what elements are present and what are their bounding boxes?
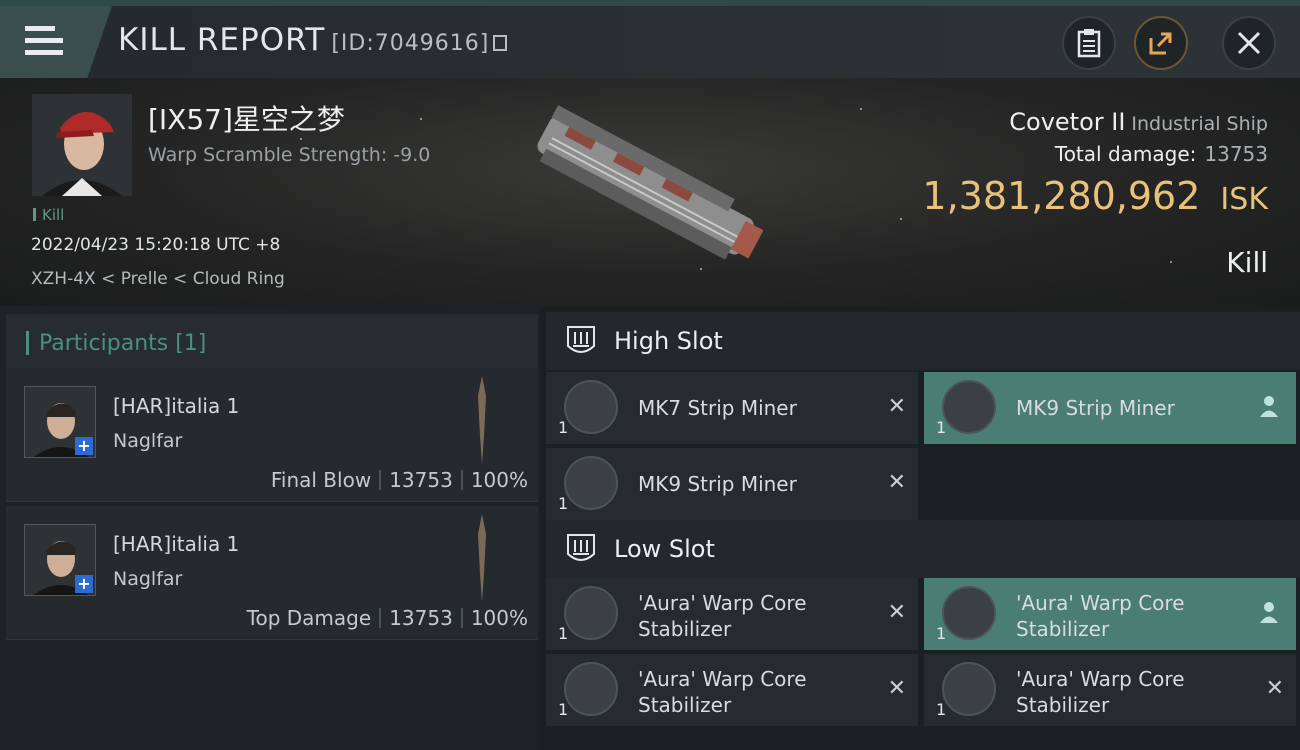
- module-item[interactable]: 1 MK9 Strip Miner: [924, 372, 1296, 444]
- module-name: MK9 Strip Miner: [1016, 396, 1175, 420]
- clipboard-icon: [1077, 29, 1101, 58]
- ship-render: [537, 105, 764, 260]
- module-item[interactable]: 1 MK7 Strip Miner ✕: [546, 372, 918, 444]
- warp-core-stabilizer-icon: [942, 662, 996, 716]
- slot-icon: [567, 326, 595, 353]
- module-item[interactable]: 1 MK9 Strip Miner ✕: [546, 448, 918, 520]
- module-name: 'Aura' Warp Core Stabilizer: [638, 591, 807, 641]
- destroyed-x-icon: ✕: [887, 600, 906, 625]
- participant-ship: Naglfar: [113, 430, 183, 452]
- kill-datetime: 2022/04/23 15:20:18 UTC +8: [31, 235, 281, 255]
- participant-ship-icon: [478, 376, 486, 464]
- kill-location[interactable]: XZH-4X < Prelle < Cloud Ring: [31, 269, 285, 289]
- destroyed-x-icon: ✕: [887, 676, 906, 701]
- participant-ship: Naglfar: [113, 568, 183, 590]
- participant-row[interactable]: + [HAR]italia 1 Naglfar Final Blow 13753 1…: [6, 368, 538, 502]
- ship-class: Industrial Ship: [1131, 113, 1268, 135]
- module-item[interactable]: 1 'Aura' Warp Core Stabilizer ✕: [546, 578, 918, 650]
- title-text: KILL REPORT: [118, 22, 326, 58]
- participant-name[interactable]: [HAR]italia 1: [113, 532, 239, 556]
- module-item[interactable]: 1 'Aura' Warp Core Stabilizer: [924, 578, 1296, 650]
- module-item[interactable]: 1 'Aura' Warp Core Stabilizer ✕: [924, 654, 1296, 726]
- module-name: MK9 Strip Miner: [638, 472, 797, 496]
- menu-icon: [25, 26, 63, 56]
- participant-avatar[interactable]: +: [24, 524, 96, 596]
- high-slot-header: High Slot: [546, 312, 1300, 370]
- add-contact-icon[interactable]: +: [75, 437, 93, 455]
- warp-scramble-strength: Warp Scramble Strength: -9.0: [148, 144, 431, 166]
- warp-core-stabilizer-icon: [942, 586, 996, 640]
- participant-stats: Top Damage 13753 100%: [246, 606, 528, 630]
- isk-value: 1,381,280,962 ISK: [922, 174, 1268, 218]
- share-button[interactable]: [1134, 16, 1188, 70]
- participant-avatar[interactable]: +: [24, 386, 96, 458]
- strip-miner-icon: [942, 380, 996, 434]
- strip-miner-icon: [564, 380, 618, 434]
- participant-name[interactable]: [HAR]italia 1: [113, 394, 239, 418]
- module-name: 'Aura' Warp Core Stabilizer: [1016, 591, 1185, 641]
- clipboard-button[interactable]: [1062, 16, 1116, 70]
- victim-name[interactable]: [IX57]星空之梦: [148, 98, 345, 138]
- participant-stats: Final Blow 13753 100%: [270, 468, 528, 492]
- participant-row[interactable]: + [HAR]italia 1 Naglfar Top Damage 13753 1…: [6, 506, 538, 640]
- kill-id: [ID:7049616]: [331, 31, 490, 56]
- module-name: 'Aura' Warp Core Stabilizer: [1016, 667, 1185, 717]
- module-item[interactable]: 1 'Aura' Warp Core Stabilizer ✕: [546, 654, 918, 726]
- warp-core-stabilizer-icon: [564, 586, 618, 640]
- share-icon: [1149, 32, 1172, 55]
- module-name: 'Aura' Warp Core Stabilizer: [638, 667, 807, 717]
- warp-core-stabilizer-icon: [564, 662, 618, 716]
- fitting-panel: High Slot 1 MK7 Strip Miner ✕ 1 MK9 Stri…: [540, 306, 1300, 750]
- low-slot-header: Low Slot: [546, 520, 1300, 578]
- ship-name[interactable]: Covetor II Industrial Ship: [1009, 108, 1268, 136]
- strip-miner-icon: [564, 456, 618, 510]
- module-name: MK7 Strip Miner: [638, 396, 797, 420]
- destroyed-x-icon: ✕: [887, 470, 906, 495]
- participant-ship-icon: [478, 514, 486, 602]
- copy-icon[interactable]: [493, 35, 508, 51]
- participants-header[interactable]: Participants [1]: [6, 314, 538, 372]
- kill-tag: Kill: [33, 206, 64, 224]
- victim-summary: [IX57]星空之梦 Warp Scramble Strength: -9.0 …: [0, 78, 1300, 306]
- destroyed-x-icon: ✕: [1265, 676, 1284, 701]
- slot-icon: [567, 534, 595, 561]
- total-damage: Total damage: 13753: [1054, 142, 1268, 166]
- add-contact-icon[interactable]: +: [75, 575, 93, 593]
- page-title: KILL REPORT [ID:7049616]: [118, 22, 508, 58]
- close-icon: [1237, 31, 1261, 55]
- person-icon: [1260, 396, 1278, 417]
- destroyed-x-icon: ✕: [887, 394, 906, 419]
- kill-result: Kill: [1226, 246, 1268, 279]
- close-button[interactable]: [1222, 16, 1276, 70]
- participants-panel: Participants [1] + [HAR]italia 1 Naglfar…: [0, 306, 540, 750]
- victim-portrait[interactable]: [32, 94, 132, 196]
- person-icon: [1260, 602, 1278, 623]
